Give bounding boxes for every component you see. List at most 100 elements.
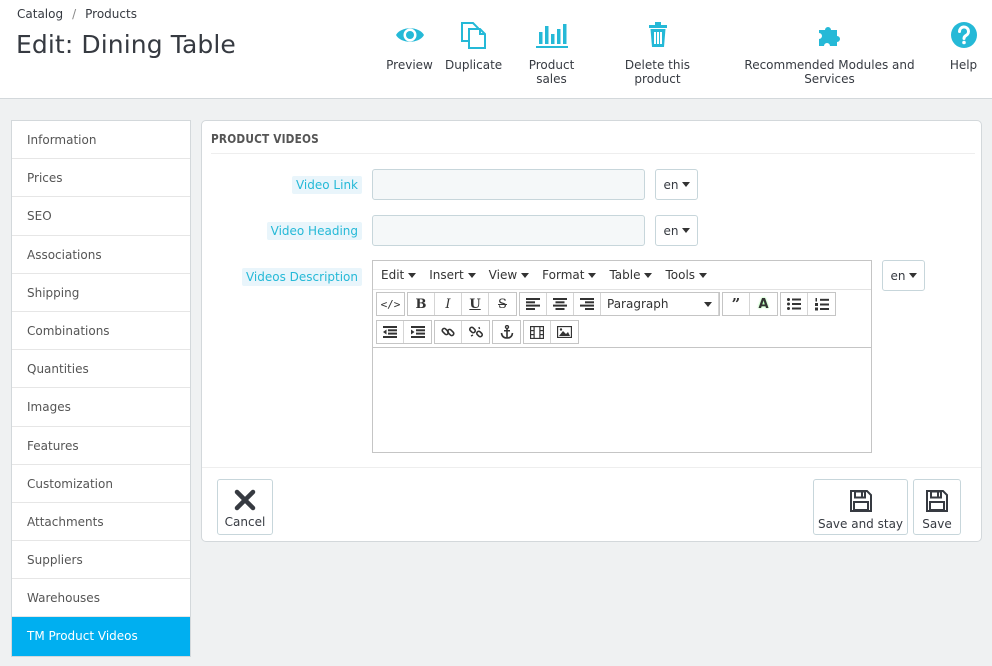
video-heading-label: Video Heading — [266, 222, 362, 240]
block-format-select[interactable]: Paragraph — [601, 293, 719, 315]
alignment-group: Paragraph — [519, 292, 720, 316]
editor-menu-tools[interactable]: Tools — [665, 268, 708, 282]
strikethrough-button[interactable]: S — [489, 293, 516, 315]
link-group — [434, 320, 490, 344]
outdent-icon — [383, 326, 397, 338]
insert-anchor-button[interactable] — [493, 321, 520, 343]
film-icon — [530, 325, 544, 339]
save-button[interactable]: Save — [913, 479, 961, 535]
caret-down-icon — [521, 272, 530, 278]
bullet-list-button[interactable] — [781, 293, 808, 315]
insert-link-button[interactable] — [435, 321, 462, 343]
caret-down-icon — [908, 273, 917, 278]
indent-button[interactable] — [404, 321, 431, 343]
sidebar-item-associations[interactable]: Associations — [12, 236, 190, 274]
editor-menu-table-label: Table — [609, 268, 641, 282]
help-icon — [947, 20, 980, 50]
sidebar-item-seo[interactable]: SEO — [12, 197, 190, 236]
code-icon: </> — [380, 297, 401, 311]
sidebar-item-suppliers[interactable]: Suppliers — [12, 541, 190, 580]
product-videos-panel: PRODUCT VIDEOS Video Link en Video Headi… — [201, 120, 982, 542]
floppy-disk-icon — [926, 490, 948, 512]
editor-menu-edit-label: Edit — [381, 268, 405, 282]
editor-toolbar-row-1: </> B I U S Paragraph ” A — [373, 290, 871, 318]
recommended-modules-label: Recommended Modules and Services — [744, 58, 915, 86]
panel-heading: PRODUCT VIDEOS — [211, 132, 319, 146]
editor-menu-view[interactable]: View — [488, 268, 530, 282]
product-tabs-sidebar: Information Prices SEO Associations Ship… — [11, 120, 191, 657]
sidebar-item-warehouses[interactable]: Warehouses — [12, 579, 190, 618]
editor-menu-table[interactable]: Table — [609, 268, 653, 282]
cancel-button[interactable]: Cancel — [217, 479, 273, 535]
video-link-language-dropdown[interactable]: en — [655, 169, 698, 200]
cancel-label: Cancel — [224, 515, 266, 529]
sidebar-item-quantities[interactable]: Quantities — [12, 350, 190, 389]
editor-menu-edit[interactable]: Edit — [381, 268, 417, 282]
editor-menu-format-label: Format — [542, 268, 585, 282]
breadcrumb-catalog[interactable]: Catalog — [17, 7, 63, 21]
align-left-icon — [526, 298, 540, 310]
sidebar-item-images[interactable]: Images — [12, 388, 190, 427]
editor-menu-view-label: View — [488, 268, 518, 282]
sidebar-item-shipping[interactable]: Shipping — [12, 274, 190, 312]
anchor-icon — [500, 325, 513, 339]
italic-button[interactable]: I — [435, 293, 462, 315]
remove-link-button[interactable] — [462, 321, 489, 343]
product-sales-label: Product sales — [528, 58, 575, 86]
align-left-button[interactable] — [520, 293, 547, 315]
editor-menubar: Edit Insert View Format Table Tools — [373, 261, 871, 290]
video-heading-language-value: en — [663, 223, 679, 238]
videos-description-label: Videos Description — [241, 268, 362, 286]
sidebar-item-tm-product-videos[interactable]: TM Product Videos — [12, 617, 190, 656]
editor-menu-insert[interactable]: Insert — [429, 268, 476, 282]
underline-icon: U — [469, 296, 481, 312]
breadcrumb-products[interactable]: Products — [85, 7, 137, 21]
video-link-label: Video Link — [291, 176, 362, 194]
blockquote-button[interactable]: ” — [723, 293, 750, 315]
text-color-button[interactable]: A — [750, 293, 777, 315]
sidebar-item-features[interactable]: Features — [12, 427, 190, 465]
page-header: Catalog / Products Edit: Dining Table Pr… — [0, 0, 992, 99]
sidebar-item-prices[interactable]: Prices — [12, 159, 190, 198]
editor-menu-format[interactable]: Format — [542, 268, 597, 282]
align-right-button[interactable] — [574, 293, 601, 315]
preview-button[interactable]: Preview — [386, 20, 433, 80]
video-heading-input[interactable] — [372, 215, 645, 246]
help-button[interactable]: Help — [947, 20, 980, 80]
caret-down-icon — [681, 228, 690, 233]
underline-button[interactable]: U — [462, 293, 489, 315]
videos-description-language-dropdown[interactable]: en — [882, 260, 925, 291]
sidebar-item-customization[interactable]: Customization — [12, 465, 190, 503]
align-right-icon — [580, 298, 594, 310]
sidebar-item-information[interactable]: Information — [12, 121, 190, 160]
caret-down-icon — [699, 272, 708, 278]
duplicate-button[interactable]: Duplicate — [445, 20, 502, 80]
list-group — [780, 292, 836, 316]
breadcrumb: Catalog / Products — [17, 7, 137, 21]
sidebar-item-attachments[interactable]: Attachments — [12, 503, 190, 542]
videos-description-language-value: en — [890, 268, 906, 283]
bold-button[interactable]: B — [408, 293, 435, 315]
editor-menu-insert-label: Insert — [429, 268, 464, 282]
sidebar-item-combinations[interactable]: Combinations — [12, 312, 190, 351]
video-link-language-value: en — [663, 177, 679, 192]
trash-icon — [603, 20, 712, 50]
align-center-button[interactable] — [547, 293, 574, 315]
bold-icon: B — [415, 296, 427, 312]
source-code-button[interactable]: </> — [377, 293, 404, 315]
outdent-button[interactable] — [377, 321, 404, 343]
delete-product-button[interactable]: Delete this product — [603, 20, 712, 86]
recommended-modules-button[interactable]: Recommended Modules and Services — [723, 20, 936, 86]
panel-footer — [202, 467, 981, 468]
insert-image-button[interactable] — [551, 321, 578, 343]
editor-content-area[interactable] — [373, 347, 871, 452]
delete-product-label: Delete this product — [624, 58, 691, 86]
save-and-stay-button[interactable]: Save and stay — [813, 479, 908, 535]
quote-icon: ” — [731, 295, 741, 313]
numbered-list-button[interactable] — [808, 293, 835, 315]
video-heading-language-dropdown[interactable]: en — [655, 215, 698, 246]
insert-video-button[interactable] — [524, 321, 551, 343]
caret-down-icon — [588, 272, 597, 278]
video-link-input[interactable] — [372, 169, 645, 200]
product-sales-button[interactable]: Product sales — [512, 20, 591, 86]
